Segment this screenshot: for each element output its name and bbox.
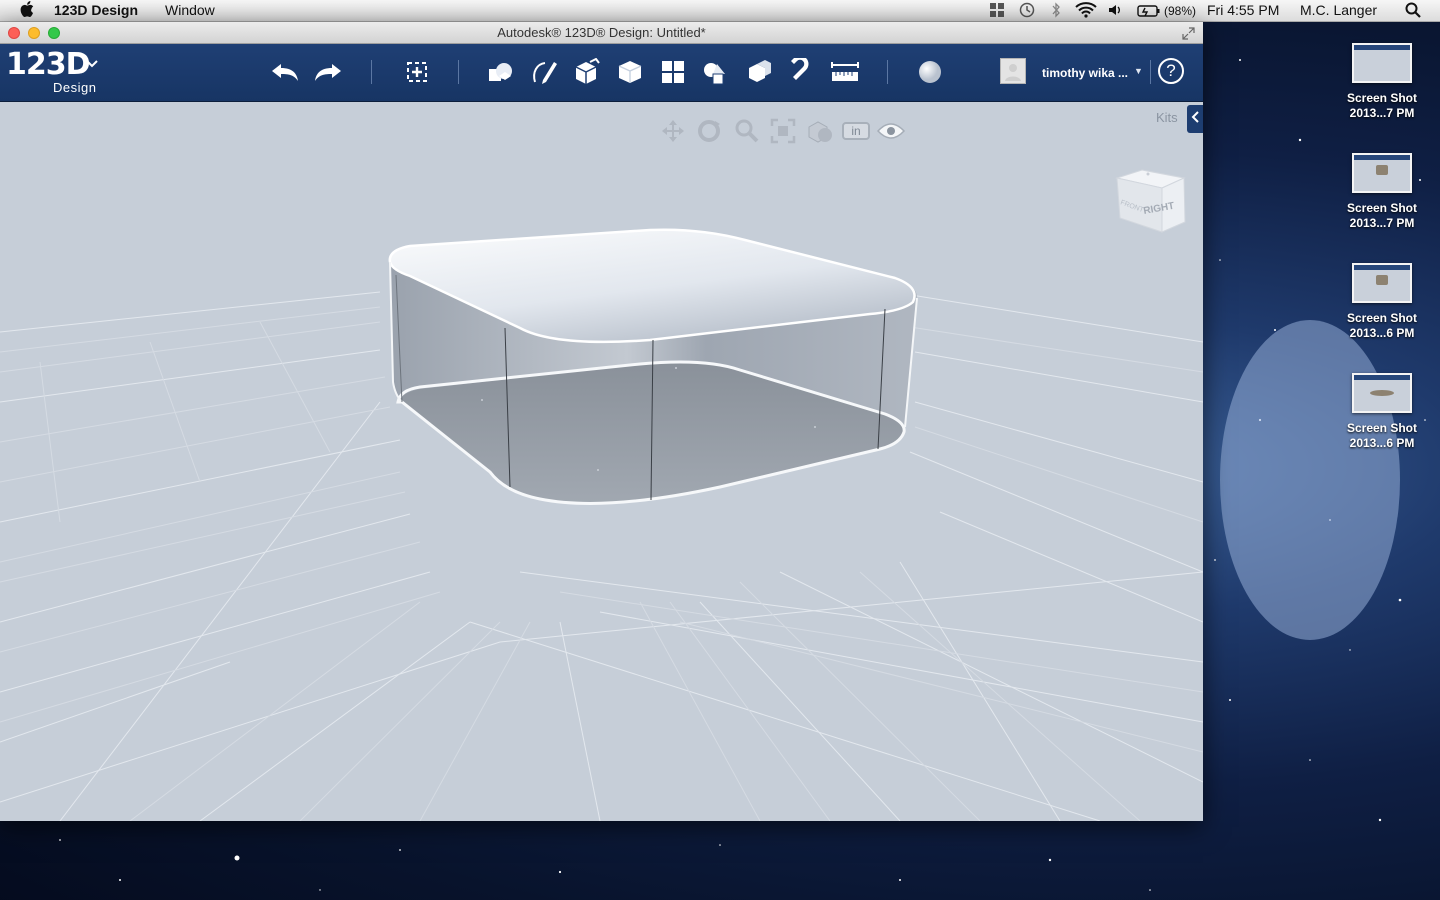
sketch-button[interactable] [527,55,561,89]
file-name-line1: Screen Shot [1346,91,1418,105]
grouping-icon [704,63,725,85]
file-name-line1: Screen Shot [1346,201,1418,215]
file-thumbnail [1352,153,1412,193]
menu-clock[interactable]: Fri 4:55 PM [1207,2,1279,18]
chevron-down-icon [86,55,98,71]
grid-and-model[interactable] [0,102,1203,821]
kits-label[interactable]: Kits [1156,110,1178,125]
file-thumbnail [1352,373,1412,413]
undo-button[interactable] [268,55,302,89]
toolbar-separator [887,60,888,84]
time-machine-icon[interactable] [1018,2,1035,21]
file-name-line2: 2013...7 PM [1349,106,1415,120]
file-name-line2: 2013...6 PM [1349,326,1415,340]
logo-text: 123D [6,47,91,82]
file-name-line1: Screen Shot [1346,311,1418,325]
grouping-button[interactable] [699,55,733,89]
battery-icon[interactable] [1137,4,1161,21]
orbit-button[interactable] [694,116,724,146]
user-silhouette-icon [1005,64,1021,81]
units-button[interactable]: in [841,116,871,146]
chevron-left-icon [1191,111,1199,123]
pan-button[interactable] [658,116,688,146]
account-username[interactable]: timothy wika ... [1042,66,1128,80]
app-menu-logo[interactable]: 123D Design [6,47,98,95]
pattern-button[interactable] [656,55,690,89]
file-name-line2: 2013...7 PM [1349,216,1415,230]
redo-button[interactable] [311,55,345,89]
desktop-file-screenshot[interactable]: Screen Shot 2013...7 PM [1336,153,1428,231]
menu-user[interactable]: M.C. Langer [1300,2,1377,18]
menu-app-name[interactable]: 123D Design [54,2,138,18]
visibility-button[interactable] [876,116,906,146]
view-cube[interactable]: RIGHT FRONT [1112,166,1192,246]
apple-menu-icon[interactable] [20,1,34,20]
undo-icon [272,64,298,81]
avatar[interactable] [1000,58,1026,84]
units-label: in [842,122,870,140]
visibility-eye-icon [876,123,906,139]
measure-button[interactable] [828,55,862,89]
window-titlebar[interactable]: Autodesk® 123D® Design: Untitled* [0,22,1203,44]
snap-icon [791,58,809,80]
pattern-icon [662,61,684,83]
view-mode-button[interactable] [805,116,835,146]
transform-icon [407,62,427,82]
window-title: Autodesk® 123D® Design: Untitled* [497,25,706,40]
combine-button[interactable] [742,55,776,89]
file-thumbnail [1352,43,1412,83]
main-toolbar: 123D Design timothy wika ... ▼ ? [0,44,1203,102]
close-window-button[interactable] [8,27,20,39]
spaces-icon[interactable] [989,2,1005,21]
battery-percent: (98%) [1164,4,1197,18]
construct-button[interactable] [570,55,604,89]
desktop-file-screenshot[interactable]: Screen Shot 2013...6 PM [1336,263,1428,341]
construct-icon [575,58,600,84]
volume-icon[interactable] [1107,2,1123,21]
rounded-box-model[interactable] [388,228,918,505]
view-mode-icon [808,121,832,143]
file-name-line2: 2013...6 PM [1349,436,1415,450]
orbit-icon [698,120,720,142]
help-button[interactable]: ? [1158,58,1184,84]
account-dropdown-icon[interactable]: ▼ [1134,66,1143,76]
file-thumbnail [1352,263,1412,303]
toolbar-separator [458,60,459,84]
transform-button[interactable] [400,55,434,89]
3d-viewport[interactable]: in Kits RIGHT FRONT [0,102,1203,821]
spotlight-search-icon[interactable] [1405,2,1421,22]
material-icon [919,61,941,83]
primitives-button[interactable] [483,55,517,89]
logo-subtitle: Design [53,80,97,95]
measure-icon [831,62,859,81]
toolbar-separator [1150,60,1151,84]
bluetooth-icon[interactable] [1051,2,1061,21]
app-window: Autodesk® 123D® Design: Untitled* 123D D… [0,22,1203,821]
combine-icon [749,60,771,82]
desktop-file-screenshot[interactable]: Screen Shot 2013...6 PM [1336,373,1428,451]
modify-icon [618,61,642,83]
sketch-icon [533,62,557,84]
pan-icon [662,120,684,142]
file-name-line1: Screen Shot [1346,421,1418,435]
zoom-icon [735,119,759,143]
toolbar-separator [371,60,372,84]
minimize-window-button[interactable] [28,27,40,39]
material-button[interactable] [913,55,947,89]
redo-icon [315,64,341,81]
fit-button[interactable] [768,116,798,146]
kits-panel-toggle[interactable] [1187,105,1203,133]
snap-button[interactable] [785,55,819,89]
macos-menu-bar: 123D Design Window (98%) Fri 4:55 PM M.C… [0,0,1440,22]
desktop-file-screenshot[interactable]: Screen Shot 2013...7 PM [1336,43,1428,121]
zoom-button[interactable] [731,116,761,146]
zoom-window-button[interactable] [48,27,60,39]
primitives-icon [489,63,512,81]
fit-icon [770,118,796,144]
modify-button[interactable] [613,55,647,89]
menu-window[interactable]: Window [165,2,215,18]
wifi-icon[interactable] [1075,2,1097,21]
